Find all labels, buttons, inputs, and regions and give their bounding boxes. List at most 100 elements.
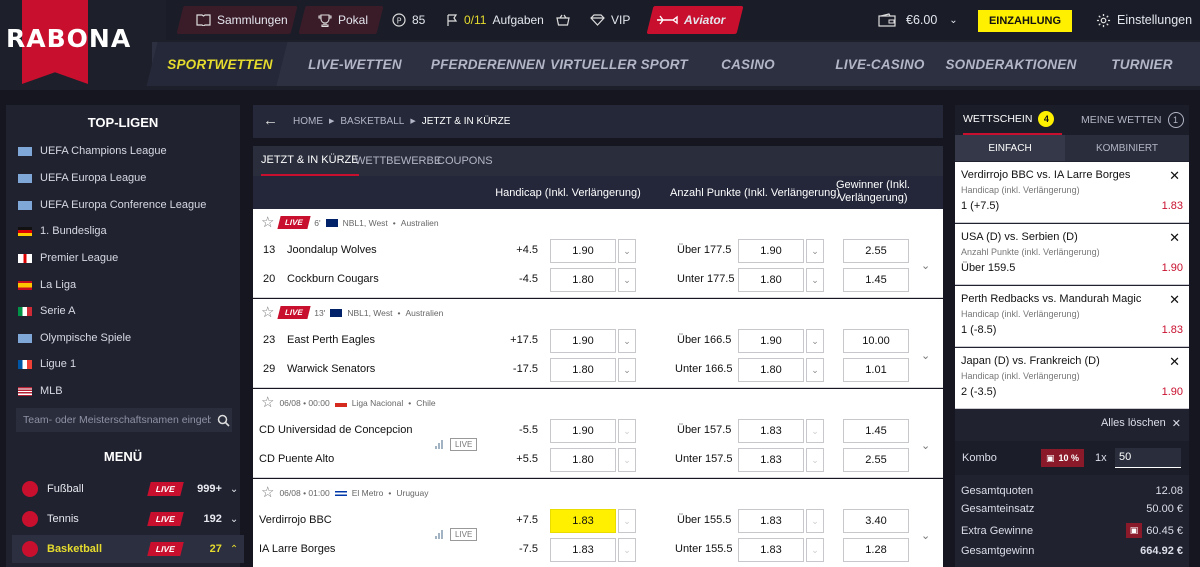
chevron-down-icon[interactable]: ⌄ <box>618 239 636 263</box>
league-item[interactable]: La Liga <box>18 279 76 291</box>
nav-sonderaktionen[interactable]: SONDERAKTIONEN <box>945 42 1076 86</box>
winner-odd-button[interactable]: 1.01 <box>843 358 909 382</box>
nav-live-casino[interactable]: LIVE-CASINO <box>822 42 938 86</box>
star-icon[interactable]: ☆ <box>261 305 274 320</box>
shop-button[interactable] <box>556 0 570 40</box>
chevron-down-icon[interactable]: ⌄ <box>618 509 636 533</box>
deposit-button[interactable]: EINZAHLUNG <box>978 10 1072 32</box>
league-item[interactable]: UEFA Europa League <box>18 172 146 184</box>
chevron-down-icon[interactable]: ⌄ <box>806 358 824 382</box>
expand-icon[interactable]: ⌄ <box>921 349 930 362</box>
chevron-down-icon[interactable]: ⌄ <box>806 268 824 292</box>
breadcrumb-home[interactable]: HOME <box>293 116 323 128</box>
league-search-field[interactable]: Team- oder Meisterschaftsnamen eingeben <box>16 408 232 432</box>
star-icon[interactable]: ☆ <box>261 395 274 410</box>
nav-turnier[interactable]: TURNIER <box>1094 42 1190 86</box>
chevron-down-icon[interactable]: ⌄ <box>618 448 636 472</box>
tab-coupons[interactable]: COUPONS <box>437 146 493 176</box>
close-icon[interactable]: ✕ <box>1169 292 1180 308</box>
chevron-down-icon[interactable]: ⌄ <box>618 538 636 562</box>
total-odd-button[interactable]: 1.90 <box>738 329 804 353</box>
total-odd-button[interactable]: 1.83 <box>738 419 804 443</box>
nav-live-wetten[interactable]: LIVE-WETTEN <box>300 42 410 86</box>
nav-virtueller-sport[interactable]: VIRTUELLER SPORT <box>550 42 688 86</box>
winner-odd-button[interactable]: 2.55 <box>843 448 909 472</box>
chevron-down-icon[interactable]: ⌄ <box>806 448 824 472</box>
handicap-odd-button[interactable]: 1.90 <box>550 329 616 353</box>
handicap-odd-button[interactable]: 1.80 <box>550 448 616 472</box>
chevron-down-icon[interactable]: ⌄ <box>806 419 824 443</box>
stake-input[interactable]: 50 <box>1115 448 1181 468</box>
search-icon[interactable] <box>217 414 230 427</box>
handicap-odd-button[interactable]: 1.90 <box>550 239 616 263</box>
menu-item-football[interactable]: Fußball LIVE 999+ ⌄ <box>12 475 244 503</box>
handicap-odd-button[interactable]: 1.83 <box>550 538 616 562</box>
stream-badge[interactable]: LIVE <box>450 528 478 541</box>
total-odd-button[interactable]: 1.83 <box>738 448 804 472</box>
tab-my-bets[interactable]: MEINE WETTEN 1 <box>1081 105 1184 135</box>
nav-pferderennen[interactable]: PFERDERENNEN <box>428 42 548 86</box>
winner-odd-button[interactable]: 10.00 <box>843 329 909 353</box>
total-odd-button[interactable]: 1.83 <box>738 538 804 562</box>
nav-casino[interactable]: CASINO <box>700 42 796 86</box>
cup-button[interactable]: Pokal <box>318 0 368 40</box>
tab-competitions[interactable]: WETTBEWERBE <box>355 146 441 176</box>
chevron-down-icon[interactable]: ⌄ <box>618 329 636 353</box>
close-icon[interactable]: ✕ <box>1169 230 1180 246</box>
star-icon[interactable]: ☆ <box>261 215 274 230</box>
wallet-button[interactable]: €6.00 ⌄ <box>878 0 958 40</box>
league-item[interactable]: UEFA Europa Conference League <box>18 199 206 211</box>
settings-button[interactable]: Einstellungen <box>1096 0 1192 40</box>
star-icon[interactable]: ☆ <box>261 485 274 500</box>
breadcrumb-basketball[interactable]: BASKETBALL <box>340 116 404 128</box>
league-item[interactable]: Olympische Spiele <box>18 332 131 344</box>
winner-odd-button[interactable]: 1.45 <box>843 268 909 292</box>
handicap-odd-button[interactable]: 1.90 <box>550 419 616 443</box>
chevron-down-icon[interactable]: ⌄ <box>806 509 824 533</box>
league-item[interactable]: MLB <box>18 385 63 397</box>
chevron-down-icon[interactable]: ⌄ <box>806 329 824 353</box>
menu-item-basketball[interactable]: Basketball LIVE 27 ⌃ <box>12 535 244 563</box>
close-icon[interactable]: ✕ <box>1169 354 1180 370</box>
league-item[interactable]: Serie A <box>18 305 75 317</box>
points-display[interactable]: P 85 <box>392 0 425 40</box>
chevron-down-icon[interactable]: ⌄ <box>806 239 824 263</box>
aviator-button[interactable]: Aviator <box>656 0 725 40</box>
winner-odd-button[interactable]: 1.45 <box>843 419 909 443</box>
expand-icon[interactable]: ⌄ <box>921 439 930 452</box>
handicap-odd-button[interactable]: 1.80 <box>550 358 616 382</box>
stats-icon[interactable] <box>435 530 445 539</box>
logo[interactable]: RABONA <box>6 24 131 53</box>
mode-single[interactable]: EINFACH <box>955 135 1065 161</box>
menu-item-tennis[interactable]: Tennis LIVE 192 ⌄ <box>12 505 244 533</box>
handicap-odd-button[interactable]: 1.80 <box>550 268 616 292</box>
expand-icon[interactable]: ⌄ <box>921 259 930 272</box>
league-item[interactable]: 1. Bundesliga <box>18 225 107 237</box>
chevron-down-icon[interactable]: ⌄ <box>618 268 636 292</box>
vip-button[interactable]: VIP <box>590 0 630 40</box>
chevron-down-icon[interactable]: ⌄ <box>618 419 636 443</box>
total-odd-button[interactable]: 1.80 <box>738 268 804 292</box>
missions-button[interactable]: 0/11 Aufgaben <box>446 0 544 40</box>
stats-icon[interactable] <box>435 440 445 449</box>
collections-button[interactable]: Sammlungen <box>196 0 288 40</box>
total-odd-button[interactable]: 1.90 <box>738 239 804 263</box>
close-icon[interactable]: ✕ <box>1169 168 1180 184</box>
league-item[interactable]: UEFA Champions League <box>18 145 167 157</box>
chevron-down-icon[interactable]: ⌄ <box>806 538 824 562</box>
total-odd-button[interactable]: 1.83 <box>738 509 804 533</box>
winner-odd-button[interactable]: 2.55 <box>843 239 909 263</box>
league-item[interactable]: Premier League <box>18 252 118 264</box>
clear-all-button[interactable]: Alles löschen ✕ <box>1101 417 1181 430</box>
total-odd-button[interactable]: 1.80 <box>738 358 804 382</box>
chevron-down-icon[interactable]: ⌄ <box>618 358 636 382</box>
league-item[interactable]: Ligue 1 <box>18 358 76 370</box>
mode-combo[interactable]: KOMBINIERT <box>1065 135 1189 161</box>
tab-bet-slip[interactable]: WETTSCHEIN 4 <box>963 105 1063 135</box>
expand-icon[interactable]: ⌄ <box>921 529 930 542</box>
nav-sportwetten[interactable]: SPORTWETTEN <box>167 42 272 86</box>
winner-odd-button[interactable]: 1.28 <box>843 538 909 562</box>
tab-now-soon[interactable]: JETZT & IN KÜRZE <box>261 146 359 176</box>
back-arrow-icon[interactable]: ← <box>263 112 278 129</box>
handicap-odd-button-selected[interactable]: 1.83 <box>550 509 616 533</box>
